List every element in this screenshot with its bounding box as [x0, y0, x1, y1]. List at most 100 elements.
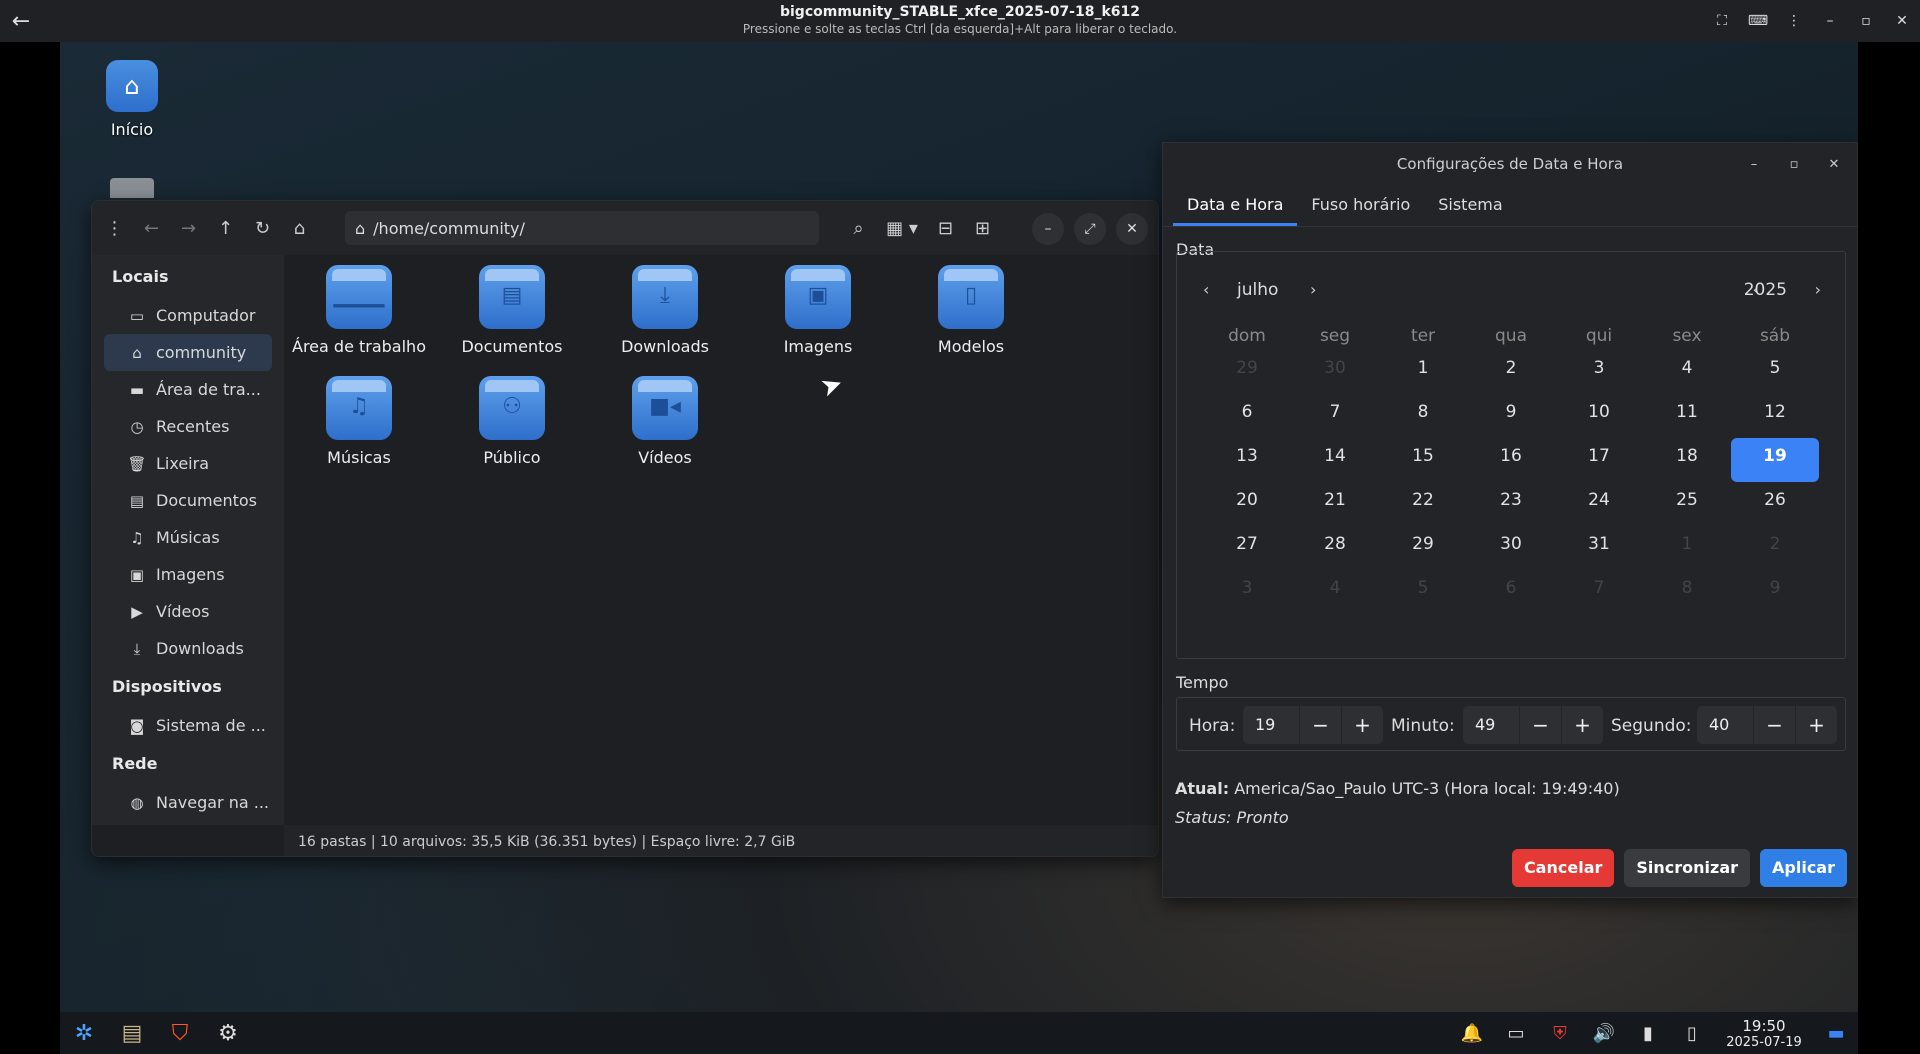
apply-button[interactable]: Aplicar — [1760, 849, 1847, 887]
calendar-day[interactable]: 29 — [1203, 350, 1291, 394]
settings-taskbar-icon[interactable]: ⚙ — [208, 1015, 248, 1051]
calendar-day[interactable]: 23 — [1467, 482, 1555, 526]
reload-icon[interactable]: ↻ — [244, 210, 281, 246]
calendar-day[interactable]: 8 — [1643, 570, 1731, 614]
calendar-day[interactable]: 8 — [1379, 394, 1467, 438]
folder-area-de-trabalho[interactable]: ▁▁▁ Área de trabalho — [284, 265, 434, 356]
minimize-icon[interactable]: – — [1812, 13, 1848, 29]
computer-icon[interactable]: ⌂ — [281, 210, 318, 246]
calendar-day[interactable]: 9 — [1731, 570, 1819, 614]
cancel-button[interactable]: Cancelar — [1511, 849, 1615, 887]
tab-fuso-horario[interactable]: Fuso horário — [1297, 185, 1424, 226]
calendar-day[interactable]: 7 — [1555, 570, 1643, 614]
sidebar-item-videos[interactable]: ▶ Vídeos — [104, 593, 272, 630]
show-desktop-icon[interactable]: ▬ — [1814, 1023, 1858, 1044]
file-manager-taskbar-icon[interactable]: ▤ — [112, 1015, 152, 1051]
calendar-day[interactable]: 25 — [1643, 482, 1731, 526]
calendar-day[interactable]: 26 — [1731, 482, 1819, 526]
trash-desktop-icon[interactable] — [110, 178, 154, 198]
calendar-day[interactable]: 20 — [1203, 482, 1291, 526]
menu-icon[interactable]: ⋮ — [96, 210, 133, 246]
calendar-day[interactable]: 6 — [1203, 394, 1291, 438]
calendar-day[interactable]: 9 — [1467, 394, 1555, 438]
folder-publico[interactable]: ⚇ Público — [437, 376, 587, 467]
close-icon[interactable]: ✕ — [1116, 213, 1148, 245]
sync-button[interactable]: Sincronizar — [1624, 849, 1751, 887]
calendar-day[interactable]: 17 — [1555, 438, 1643, 482]
back-arrow-icon[interactable]: ← — [0, 0, 42, 42]
calendar-day[interactable]: 27 — [1203, 526, 1291, 570]
sidebar-item-lixeira[interactable]: 🗑 Lixeira — [104, 445, 272, 482]
maximize-icon[interactable]: ⤢ — [1074, 213, 1106, 245]
calendar-day[interactable]: 11 — [1643, 394, 1731, 438]
calendar-day[interactable]: 4 — [1643, 350, 1731, 394]
battery-icon[interactable]: ▮ — [1626, 1023, 1670, 1044]
calendar-day[interactable]: 2 — [1731, 526, 1819, 570]
calendar-day[interactable]: 6 — [1467, 570, 1555, 614]
sidebar-item-documentos[interactable]: ▤ Documentos — [104, 482, 272, 519]
folder-downloads[interactable]: ⤓ Downloads — [590, 265, 740, 356]
second-decrement-button[interactable]: − — [1753, 706, 1795, 744]
next-month-icon[interactable]: › — [1310, 280, 1316, 299]
calendar-day[interactable]: 4 — [1291, 570, 1379, 614]
calendar-day[interactable]: 5 — [1731, 350, 1819, 394]
calendar-day[interactable]: 5 — [1379, 570, 1467, 614]
sidebar-item-desktop[interactable]: ▬ Área de tra... — [104, 371, 272, 408]
calendar-day[interactable]: 10 — [1555, 394, 1643, 438]
folder-imagens[interactable]: ▣ Imagens — [743, 265, 893, 356]
folder-documentos[interactable]: ▤ Documentos — [437, 265, 587, 356]
calendar-day[interactable]: 29 — [1379, 526, 1467, 570]
zoom-in-icon[interactable]: ⊞ — [964, 210, 1001, 246]
calendar-day[interactable]: 13 — [1203, 438, 1291, 482]
minute-increment-button[interactable]: + — [1561, 706, 1603, 744]
view-mode-icon[interactable]: ▦ ▾ — [877, 210, 927, 246]
calendar-day[interactable]: 1 — [1643, 526, 1731, 570]
calendar-day[interactable]: 12 — [1731, 394, 1819, 438]
brave-browser-icon[interactable]: ⛉ — [160, 1015, 200, 1051]
up-icon[interactable]: ↑ — [207, 210, 244, 246]
search-icon[interactable]: ⌕ — [840, 210, 877, 246]
calendar-day[interactable]: 30 — [1291, 350, 1379, 394]
minute-decrement-button[interactable]: − — [1519, 706, 1561, 744]
close-icon[interactable]: ✕ — [1819, 149, 1849, 179]
display-icon[interactable]: ▭ — [1494, 1023, 1538, 1044]
minimize-icon[interactable]: – — [1032, 213, 1064, 245]
clipboard-icon[interactable]: ▯ — [1670, 1023, 1714, 1044]
calendar-day[interactable]: 3 — [1555, 350, 1643, 394]
minimize-icon[interactable]: – — [1739, 149, 1769, 179]
tab-data-e-hora[interactable]: Data e Hora — [1173, 185, 1298, 226]
second-input[interactable]: 40 — [1697, 706, 1753, 744]
keyboard-icon[interactable]: ⌨ — [1740, 13, 1776, 29]
zoom-out-icon[interactable]: ⊟ — [927, 210, 964, 246]
folder-modelos[interactable]: ▯ Modelos — [896, 265, 1046, 356]
start-menu-icon[interactable]: ✲ — [64, 1015, 104, 1051]
path-bar[interactable]: ⌂ /home/community/ — [345, 211, 819, 245]
calendar-day[interactable]: 14 — [1291, 438, 1379, 482]
prev-month-icon[interactable]: ‹ — [1203, 280, 1209, 299]
forward-icon[interactable]: → — [170, 210, 207, 246]
calendar-day[interactable]: 28 — [1291, 526, 1379, 570]
hour-input[interactable]: 19 — [1243, 706, 1299, 744]
calendar-day[interactable]: 18 — [1643, 438, 1731, 482]
calendar-day[interactable]: 2 — [1467, 350, 1555, 394]
calendar-day[interactable]: 16 — [1467, 438, 1555, 482]
maximize-icon[interactable]: ▫ — [1848, 13, 1884, 29]
maximize-icon[interactable]: ▫ — [1779, 149, 1809, 179]
calendar-day[interactable]: 3 — [1203, 570, 1291, 614]
hour-increment-button[interactable]: + — [1341, 706, 1383, 744]
kebab-menu-icon[interactable]: ⋮ — [1776, 13, 1812, 29]
fullscreen-icon[interactable]: ⛶ — [1704, 13, 1740, 29]
folder-musicas[interactable]: ♫ Músicas — [284, 376, 434, 467]
calendar-day[interactable]: 31 — [1555, 526, 1643, 570]
notification-bell-icon[interactable]: 🔔 — [1450, 1023, 1494, 1044]
calendar-day[interactable]: 7 — [1291, 394, 1379, 438]
calendar-day[interactable]: 15 — [1379, 438, 1467, 482]
sidebar-item-computador[interactable]: ▭ Computador — [104, 297, 272, 334]
sidebar-item-musicas[interactable]: ♫ Músicas — [104, 519, 272, 556]
sidebar-item-downloads[interactable]: ⤓ Downloads — [104, 630, 272, 667]
calendar-day[interactable]: 21 — [1291, 482, 1379, 526]
second-increment-button[interactable]: + — [1795, 706, 1837, 744]
calendar-day[interactable]: 30 — [1467, 526, 1555, 570]
sidebar-item-sistema[interactable]: ◙ Sistema de ... — [104, 707, 272, 744]
calendar-day[interactable]: 24 — [1555, 482, 1643, 526]
